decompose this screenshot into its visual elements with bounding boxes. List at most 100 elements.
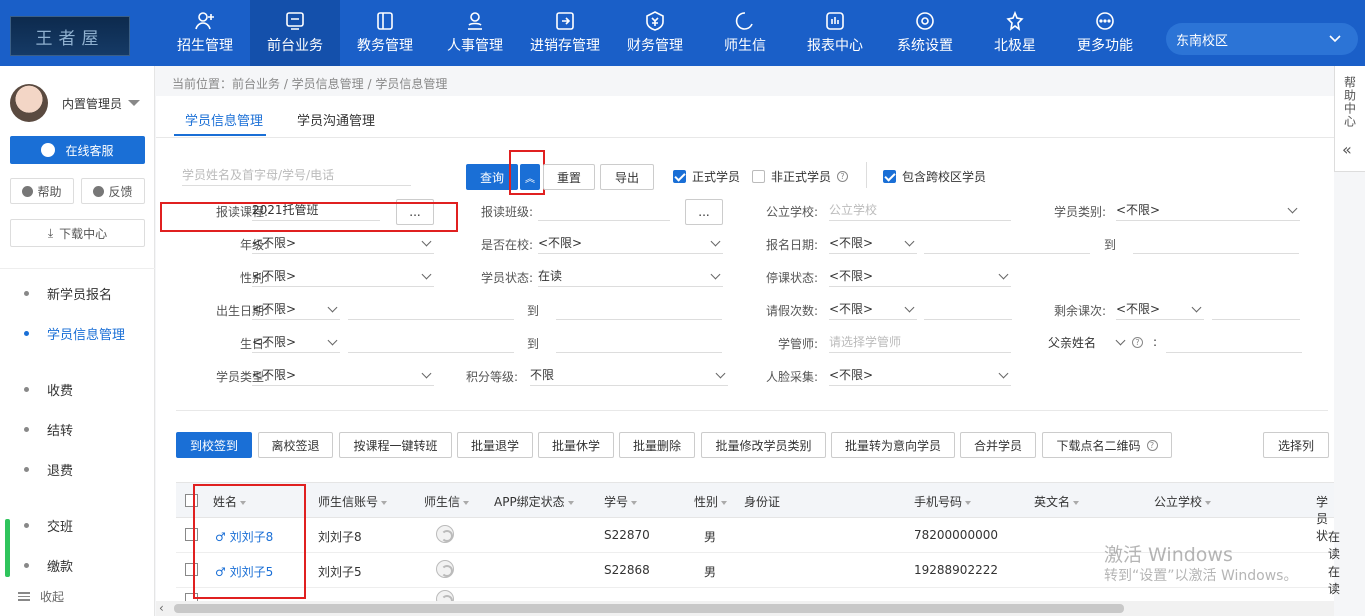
- reg-date-end[interactable]: [1133, 232, 1299, 254]
- check-in-button[interactable]: 到校签到: [176, 432, 252, 458]
- reg-date-start[interactable]: [924, 232, 1090, 254]
- nav-item-front-desk[interactable]: 前台业务: [250, 0, 340, 66]
- feedback-button[interactable]: 反馈: [81, 178, 145, 204]
- nav-label: 人事管理: [447, 38, 503, 54]
- column-header-student-id[interactable]: 学号: [604, 493, 638, 510]
- reg-date-select[interactable]: <不限>: [829, 232, 917, 254]
- table-header: 姓名 师生信账号 师生信 APP绑定状态 学号 性别 身份证 手机号码 英文名 …: [176, 482, 1334, 543]
- double-chevron-left-icon[interactable]: «: [1342, 140, 1352, 159]
- nav-item-messenger[interactable]: 师生信: [700, 0, 790, 66]
- tab-student-communication[interactable]: 学员沟通管理: [297, 110, 375, 129]
- remaining-lessons-input[interactable]: [1212, 298, 1300, 320]
- gender-select[interactable]: <不限>: [252, 265, 434, 287]
- sidebar-item-handover[interactable]: 交班: [0, 505, 155, 545]
- in-school-select[interactable]: <不限>: [538, 232, 723, 254]
- help-button[interactable]: 帮助: [10, 178, 74, 204]
- batch-delete-button[interactable]: 批量删除: [619, 432, 695, 458]
- download-center-button[interactable]: ⤓ 下载中心: [10, 219, 145, 247]
- scrollbar-thumb[interactable]: [174, 604, 1124, 613]
- select-columns-button[interactable]: 选择列: [1263, 432, 1329, 458]
- sidebar-item-refund[interactable]: 退费: [0, 449, 155, 489]
- formal-student-checkbox[interactable]: 正式学员: [673, 168, 740, 185]
- column-header-english-name[interactable]: 英文名: [1034, 493, 1080, 510]
- points-level-select[interactable]: 不限: [530, 364, 728, 386]
- batch-withdraw-button[interactable]: 批量退学: [457, 432, 533, 458]
- campus-selector[interactable]: 东南校区: [1166, 23, 1358, 55]
- school-input[interactable]: 公立学校: [829, 199, 1011, 221]
- father-name-input[interactable]: [1166, 331, 1302, 353]
- leave-count-input[interactable]: [924, 298, 1012, 320]
- collapse-button[interactable]: 收起: [18, 588, 64, 605]
- nav-item-finance[interactable]: 财务管理: [610, 0, 700, 66]
- column-header-id-card[interactable]: 身份证: [744, 493, 780, 510]
- horizontal-scrollbar[interactable]: ‹: [156, 601, 1334, 616]
- reset-button[interactable]: 重置: [543, 164, 595, 190]
- birth-date-end[interactable]: [556, 298, 722, 320]
- nav-item-reports[interactable]: 报表中心: [790, 0, 880, 66]
- birthday-select[interactable]: <不限>: [252, 331, 340, 353]
- birth-date-select[interactable]: <不限>: [252, 298, 340, 320]
- batch-modify-category-button[interactable]: 批量修改学员类别: [701, 432, 826, 458]
- grade-select[interactable]: <不限>: [252, 232, 434, 254]
- bullet-icon: [24, 330, 29, 336]
- nav-item-academic[interactable]: 教务管理: [340, 0, 430, 66]
- class-input[interactable]: [538, 199, 670, 221]
- tutor-select[interactable]: 请选择学管师: [829, 331, 1011, 353]
- online-service-button[interactable]: 在线客服: [10, 136, 145, 164]
- nav-item-hr[interactable]: 人事管理: [430, 0, 520, 66]
- column-header-gender[interactable]: 性别: [694, 493, 728, 510]
- nav-item-settings[interactable]: 系统设置: [880, 0, 970, 66]
- birth-date-start[interactable]: [348, 298, 514, 320]
- table-row[interactable]: [176, 588, 1334, 608]
- column-header-phone[interactable]: 手机号码: [914, 493, 972, 510]
- face-capture-select[interactable]: <不限>: [829, 364, 1011, 386]
- export-button[interactable]: 导出: [600, 164, 654, 190]
- student-category-select[interactable]: <不限>: [1116, 199, 1300, 221]
- help-center-label: 帮助中心: [1342, 76, 1357, 128]
- nav-label: 教务管理: [357, 38, 413, 54]
- merge-students-button[interactable]: 合并学员: [960, 432, 1036, 458]
- father-name-select[interactable]: 父亲姓名: [1048, 331, 1128, 353]
- question-icon[interactable]: ?: [1132, 337, 1143, 348]
- tab-student-info[interactable]: 学员信息管理: [185, 110, 263, 129]
- download-qr-button[interactable]: 下载点名二维码?: [1042, 432, 1172, 458]
- caret-down-icon[interactable]: [128, 100, 140, 106]
- birthday-end[interactable]: [556, 331, 722, 353]
- column-header-app-binding[interactable]: APP绑定状态: [494, 493, 574, 510]
- informal-student-checkbox[interactable]: 非正式学员?: [752, 168, 849, 185]
- batch-to-prospect-button[interactable]: 批量转为意向学员: [831, 432, 955, 458]
- column-header-account[interactable]: 师生信账号: [318, 493, 388, 510]
- birthday-start[interactable]: [348, 331, 514, 353]
- question-icon[interactable]: ?: [837, 171, 849, 182]
- campus-label: 东南校区: [1176, 33, 1229, 49]
- scroll-left-icon[interactable]: ‹: [159, 601, 164, 615]
- sidebar-item-student-info[interactable]: 学员信息管理: [0, 313, 155, 353]
- chevron-down-icon: [1191, 302, 1202, 313]
- search-input[interactable]: 学员姓名及首字母/学号/电话: [182, 164, 411, 186]
- student-type-select[interactable]: <不限>: [252, 364, 434, 386]
- button-label: 离校签退: [271, 438, 320, 453]
- nav-item-inventory[interactable]: 进销存管理: [520, 0, 610, 66]
- batch-suspend-button[interactable]: 批量休学: [538, 432, 614, 458]
- class-picker-button[interactable]: ...: [685, 199, 723, 225]
- sidebar-item-payment[interactable]: 缴款: [0, 545, 155, 585]
- remaining-lessons-select[interactable]: <不限>: [1116, 298, 1204, 320]
- sidebar-item-new-enrollment[interactable]: 新学员报名: [0, 273, 155, 313]
- column-header-public-school[interactable]: 公立学校: [1154, 493, 1212, 510]
- sidebar-item-carryover[interactable]: 结转: [0, 409, 155, 449]
- leave-count-select[interactable]: <不限>: [829, 298, 917, 320]
- column-header-messenger[interactable]: 师生信: [424, 493, 470, 510]
- nav-item-more[interactable]: 更多功能: [1060, 0, 1150, 66]
- suspend-status-select[interactable]: <不限>: [829, 265, 1011, 287]
- student-status-select[interactable]: 在读: [538, 265, 723, 287]
- nav-item-polaris[interactable]: 北极星: [970, 0, 1060, 66]
- nav-item-enrollment[interactable]: 招生管理: [160, 0, 250, 66]
- user-name[interactable]: 内置管理员: [62, 95, 122, 112]
- cross-campus-checkbox[interactable]: 包含跨校区学员: [883, 168, 986, 185]
- check-out-button[interactable]: 离校签退: [258, 432, 333, 458]
- sidebar-item-charge[interactable]: 收费: [0, 369, 155, 409]
- avatar[interactable]: [10, 84, 48, 122]
- one-click-transfer-button[interactable]: 按课程一键转班: [339, 432, 452, 458]
- sidebar-divider: [0, 268, 155, 269]
- chat-icon: [735, 11, 755, 31]
